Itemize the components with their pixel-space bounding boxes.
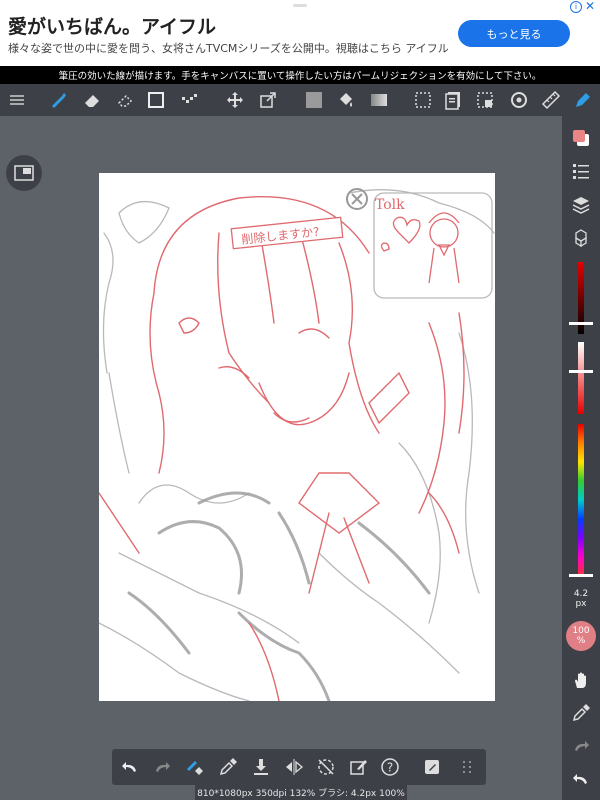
brush-list-icon[interactable] xyxy=(569,159,593,183)
rotate-reset-icon[interactable] xyxy=(314,755,338,779)
help-icon[interactable]: ? xyxy=(378,755,402,779)
brush-size-handle[interactable] xyxy=(569,322,593,325)
navigator-icon xyxy=(14,165,34,181)
ad-title[interactable]: 愛がいちばん。アイフル xyxy=(8,12,216,39)
selection-icon[interactable] xyxy=(473,88,497,112)
lasso-eraser-icon[interactable] xyxy=(113,88,137,112)
canvas-edit-icon[interactable] xyxy=(420,755,444,779)
opacity-handle[interactable] xyxy=(569,370,593,373)
bottom-toolbar: ? xyxy=(112,749,486,785)
gradient-icon[interactable] xyxy=(367,88,391,112)
hue-slider[interactable] xyxy=(578,424,584,576)
brush-icon[interactable] xyxy=(46,88,70,112)
save-download-icon[interactable] xyxy=(249,755,273,779)
more-grid-icon[interactable] xyxy=(455,755,479,779)
top-toolbar xyxy=(0,84,600,116)
undo-icon[interactable] xyxy=(118,755,142,779)
brush-eraser-toggle-icon[interactable] xyxy=(183,755,207,779)
move-icon[interactable] xyxy=(223,88,247,112)
ruler-icon[interactable] xyxy=(539,88,563,112)
rotate-icon[interactable] xyxy=(507,88,531,112)
ad-close-icon[interactable]: ✕ xyxy=(585,0,595,13)
transform-icon[interactable] xyxy=(256,88,280,112)
undo-icon[interactable] xyxy=(569,767,593,791)
brush-size-unit: px xyxy=(575,599,587,609)
opacity-unit: % xyxy=(576,636,586,646)
edit-layer-icon[interactable] xyxy=(346,755,370,779)
svg-text:?: ? xyxy=(387,761,393,775)
rectangle-icon[interactable] xyxy=(144,88,168,112)
pages-icon[interactable] xyxy=(441,88,465,112)
ad-subtitle[interactable]: 様々な姿で世の中に愛を問う、女将さんTVCMシリーズを公開中。視聴はこちら アイ… xyxy=(8,40,449,56)
pen-icon[interactable] xyxy=(571,88,595,112)
ad-banner[interactable]: 愛がいちばん。アイフル 様々な姿で世の中に愛を問う、女将さんTVCMシリーズを公… xyxy=(0,0,600,66)
opacity-badge[interactable]: 100% xyxy=(566,621,596,651)
materials-icon[interactable] xyxy=(569,226,593,250)
layers-icon[interactable] xyxy=(569,193,593,217)
navigator-button[interactable] xyxy=(6,155,42,191)
dotted-icon[interactable] xyxy=(177,88,201,112)
ad-info-icon[interactable]: i xyxy=(570,1,582,13)
color-picker-icon[interactable] xyxy=(569,126,593,150)
opacity-value: 100 xyxy=(572,626,590,636)
redo-icon[interactable] xyxy=(150,755,174,779)
right-panel: 4.2 px 100% xyxy=(562,116,600,800)
sketch-artwork: 削除しますか? Tolk xyxy=(98,188,495,703)
hue-handle[interactable] xyxy=(569,574,593,577)
eyedropper-icon[interactable] xyxy=(569,701,593,725)
sketch-label-talk: Tolk xyxy=(375,197,405,213)
status-bar: 810*1080px 350dpi 132% ブラシ: 4.2px 100% xyxy=(195,785,407,800)
eraser-icon[interactable] xyxy=(80,88,104,112)
palm-rejection-notice[interactable]: 筆圧の効いた線が描けます。手をキャンバスに置いて操作したい方はパームリジェクショ… xyxy=(0,66,600,84)
flip-horizontal-icon[interactable] xyxy=(282,755,306,779)
ad-handle xyxy=(293,4,307,7)
brush-size-value: 4.2 xyxy=(573,589,589,599)
select-icon[interactable] xyxy=(411,88,435,112)
drawing-canvas[interactable]: 削除しますか? Tolk xyxy=(98,173,495,703)
color-swatch-icon[interactable] xyxy=(302,88,326,112)
redo-icon[interactable] xyxy=(569,734,593,758)
hand-icon[interactable] xyxy=(569,668,593,692)
menu-icon[interactable] xyxy=(5,88,29,112)
bucket-icon[interactable] xyxy=(334,88,358,112)
ad-more-button[interactable]: もっと見る xyxy=(458,20,570,47)
eyedropper-icon[interactable] xyxy=(216,755,240,779)
opacity-slider[interactable] xyxy=(578,342,584,414)
